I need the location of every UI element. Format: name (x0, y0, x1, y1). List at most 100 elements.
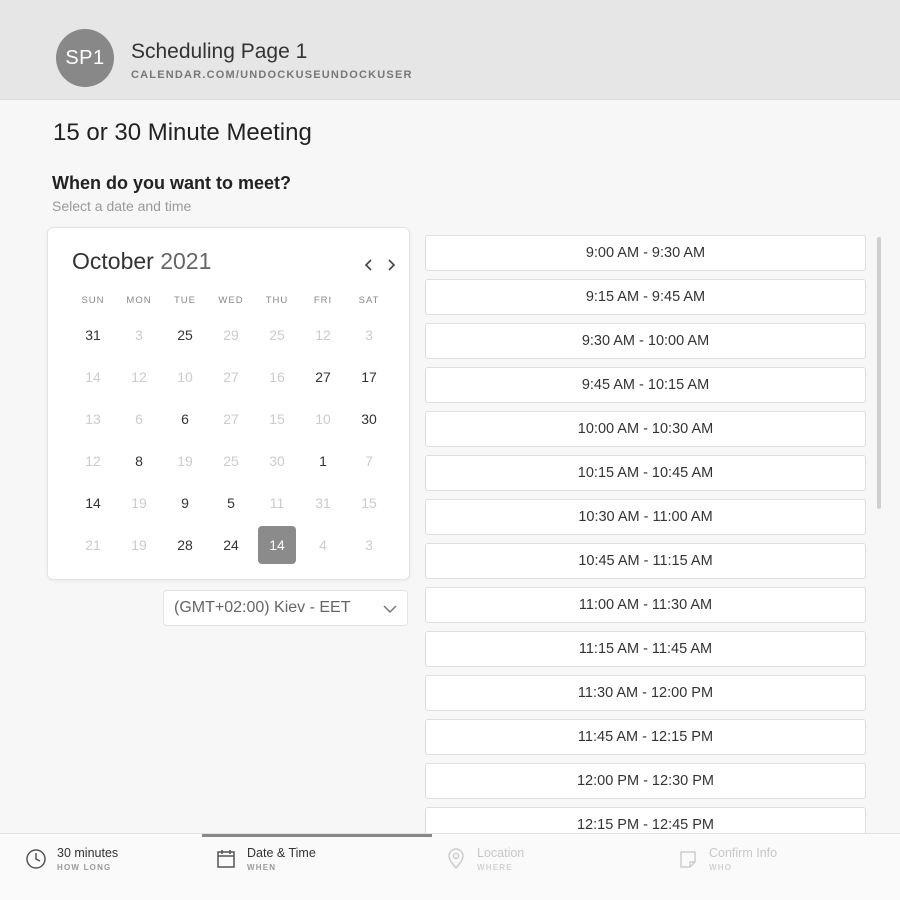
avatar: SP1 (56, 29, 114, 87)
calendar-day-number: 25 (177, 327, 193, 343)
calendar-day-number: 27 (315, 369, 331, 385)
calendar-day-number: 14 (85, 495, 101, 511)
calendar-panel: October 2021 SUN MON TUE WED THU FRI SAT 31 3 25… (47, 227, 410, 580)
calendar-day-number: 17 (361, 369, 377, 385)
timezone-value: (GMT+02:00) Kiev - EET (174, 599, 351, 616)
calendar-day-disabled: 4 (300, 524, 346, 566)
time-slot-button[interactable]: 10:15 AM - 10:45 AM (425, 455, 866, 491)
calendar-month: October (72, 248, 154, 274)
calendar-day-disabled: 12 (300, 314, 346, 356)
clock-icon (26, 849, 46, 869)
time-slot-list: 9:00 AM - 9:30 AM 9:15 AM - 9:45 AM 9:30 A… (425, 235, 875, 845)
weekday-label: WED (218, 295, 244, 306)
calendar-day-available[interactable]: 8 (116, 440, 162, 482)
page-url: CALENDAR.COM/UNDOCKUSEUNDOCKUSER (131, 69, 413, 81)
calendar-day-disabled: 12 (116, 356, 162, 398)
calendar-day-disabled: 7 (346, 440, 392, 482)
step-when[interactable]: Date & Time WHEN (215, 846, 316, 872)
step-sublabel: WHO (709, 863, 733, 872)
calendar-year: 2021 (160, 248, 212, 274)
step-label: Date & Time (247, 846, 316, 860)
calendar-day-number: 8 (135, 453, 143, 469)
calendar-day-disabled: 31 (300, 482, 346, 524)
page-name: Scheduling Page 1 (131, 40, 308, 63)
calendar-day-disabled: 30 (254, 440, 300, 482)
time-slot-button[interactable]: 10:30 AM - 11:00 AM (425, 499, 866, 535)
weekday-label: SUN (81, 295, 105, 306)
weekday-label: MON (126, 295, 152, 306)
weekday-label: FRI (313, 295, 333, 306)
time-slot-button[interactable]: 9:30 AM - 10:00 AM (425, 323, 866, 359)
calendar-day-available[interactable]: 6 (162, 398, 208, 440)
calendar-day-available[interactable]: 31 (70, 314, 116, 356)
step-sublabel: HOW LONG (57, 863, 112, 872)
calendar-day-available[interactable]: 14 (70, 482, 116, 524)
calendar-day-available[interactable]: 1 (300, 440, 346, 482)
calendar-day-available[interactable]: 28 (162, 524, 208, 566)
calendar-day-available[interactable]: 5 (208, 482, 254, 524)
calendar-day-number: 16 (269, 369, 285, 385)
active-step-indicator (202, 834, 432, 837)
step-where[interactable]: Location WHERE (445, 846, 524, 872)
time-slot-button[interactable]: 9:00 AM - 9:30 AM (425, 235, 866, 271)
step-sublabel: WHERE (477, 863, 513, 872)
calendar-day-number: 3 (135, 327, 143, 343)
calendar-day-number: 3 (365, 327, 373, 343)
calendar-day-disabled: 12 (70, 440, 116, 482)
calendar-day-number: 29 (223, 327, 239, 343)
calendar-day-number: 10 (177, 369, 193, 385)
calendar-day-number: 11 (269, 495, 285, 511)
time-slot-button[interactable]: 10:45 AM - 11:15 AM (425, 543, 866, 579)
calendar-day-available[interactable]: 17 (346, 356, 392, 398)
calendar-day-number: 25 (223, 453, 239, 469)
previous-month-button[interactable] (360, 256, 378, 274)
calendar-day-available[interactable]: 9 (162, 482, 208, 524)
calendar-day-number: 14 (258, 526, 296, 564)
next-month-button[interactable] (382, 256, 400, 274)
calendar-day-selected[interactable]: 14 (254, 524, 300, 566)
calendar-day-disabled: 19 (116, 482, 162, 524)
calendar-day-number: 1 (319, 453, 327, 469)
note-icon (680, 851, 696, 868)
time-slot-button[interactable]: 12:00 PM - 12:30 PM (425, 763, 866, 799)
step-label: 30 minutes (57, 846, 119, 860)
calendar-day-disabled: 25 (254, 314, 300, 356)
time-slot-button[interactable]: 9:15 AM - 9:45 AM (425, 279, 866, 315)
step-how-long[interactable]: 30 minutes HOW LONG (25, 846, 118, 872)
calendar-day-disabled: 16 (254, 356, 300, 398)
calendar-day-number: 25 (269, 327, 285, 343)
meeting-title: 15 or 30 Minute Meeting (53, 119, 312, 146)
calendar-day-available[interactable]: 25 (162, 314, 208, 356)
time-slot-button[interactable]: 11:45 AM - 12:15 PM (425, 719, 866, 755)
section-question: When do you want to meet? (52, 173, 291, 193)
chevron-right-icon (388, 259, 396, 271)
time-slot-button[interactable]: 10:00 AM - 10:30 AM (425, 411, 866, 447)
progress-steps-bar: 30 minutes HOW LONG Date & Time WHEN Loc… (0, 833, 900, 900)
calendar-day-number: 19 (131, 537, 147, 553)
location-pin-icon (448, 848, 464, 870)
timezone-select[interactable]: (GMT+02:00) Kiev - EET (163, 590, 408, 626)
weekday-header-row: SUN MON TUE WED THU FRI SAT (70, 295, 392, 306)
calendar-day-disabled: 19 (116, 524, 162, 566)
calendar-day-number: 27 (223, 411, 239, 427)
calendar-day-available[interactable]: 27 (300, 356, 346, 398)
time-slot-button[interactable]: 11:00 AM - 11:30 AM (425, 587, 866, 623)
step-sublabel: WHEN (247, 863, 277, 872)
time-slot-button[interactable]: 9:45 AM - 10:15 AM (425, 367, 866, 403)
calendar-day-disabled: 21 (70, 524, 116, 566)
calendar-day-available[interactable]: 30 (346, 398, 392, 440)
calendar-day-available[interactable]: 24 (208, 524, 254, 566)
step-label: Location (477, 846, 525, 860)
calendar-day-disabled: 15 (254, 398, 300, 440)
time-slot-button[interactable]: 11:15 AM - 11:45 AM (425, 631, 866, 667)
calendar-day-number: 12 (315, 327, 331, 343)
chevron-left-icon (364, 259, 372, 271)
section-subtitle: Select a date and time (52, 198, 192, 214)
calendar-day-disabled: 3 (346, 524, 392, 566)
time-slot-scrollbar[interactable] (877, 237, 881, 509)
calendar-day-number: 21 (85, 537, 101, 553)
time-slot-button[interactable]: 11:30 AM - 12:00 PM (425, 675, 866, 711)
weekday-label: THU (265, 295, 289, 306)
step-who[interactable]: Confirm Info WHO (677, 846, 777, 872)
calendar-day-number: 19 (131, 495, 147, 511)
